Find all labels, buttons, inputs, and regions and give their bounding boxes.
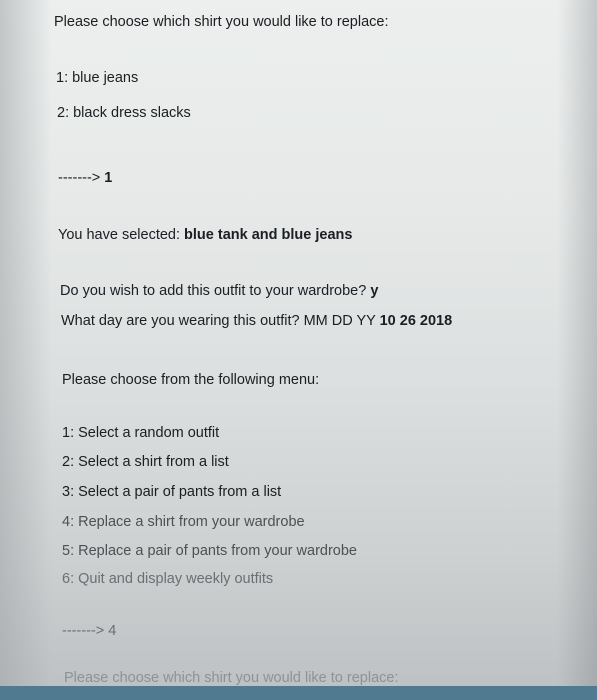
replace-shirt-prompt: Please choose which shirt you would like… [54,14,389,30]
menu-item-1: 1: Select a random outfit [62,425,220,441]
selection-value: blue tank and blue jeans [184,227,353,243]
day-answer: 10 26 2018 [379,313,453,329]
menu-item-4: 4: Replace a shirt from your wardrobe [62,514,305,530]
pants-option-2: 2: black dress slacks [57,105,191,121]
menu-item-3: 3: Select a pair of pants from a list [62,484,282,500]
pants-option-1: 1: blue jeans [56,70,139,86]
menu-title: Please choose from the following menu: [62,372,320,388]
console-window: Please choose which shirt you would like… [0,0,597,700]
input-prompt-line: -------> 1 [58,169,112,187]
menu-item-2: 2: Select a shirt from a list [62,454,229,470]
wardrobe-question-label: Do you wish to add this outfit to your w… [60,283,371,299]
taskbar-strip [0,686,597,700]
selection-label: You have selected: [58,227,185,243]
selection-line: You have selected: blue tank and blue je… [58,226,352,244]
wardrobe-question-line: Do you wish to add this outfit to your w… [60,282,378,300]
second-input-arrow-prompt: -------> [62,623,109,639]
day-question-label: What day are you wearing this outfit? MM… [61,313,380,329]
replace-shirt-prompt-repeat: Please choose which shirt you would like… [64,670,399,686]
menu-item-6: 6: Quit and display weekly outfits [62,571,274,587]
second-input-value: 4 [108,623,117,639]
second-input-line: -------> 4 [62,622,116,640]
day-question-line: What day are you wearing this outfit? MM… [61,312,452,330]
input-value: 1 [104,170,113,186]
wardrobe-answer: y [370,283,379,299]
input-arrow-prompt: -------> [58,170,105,186]
menu-item-5: 5: Replace a pair of pants from your war… [62,543,357,559]
